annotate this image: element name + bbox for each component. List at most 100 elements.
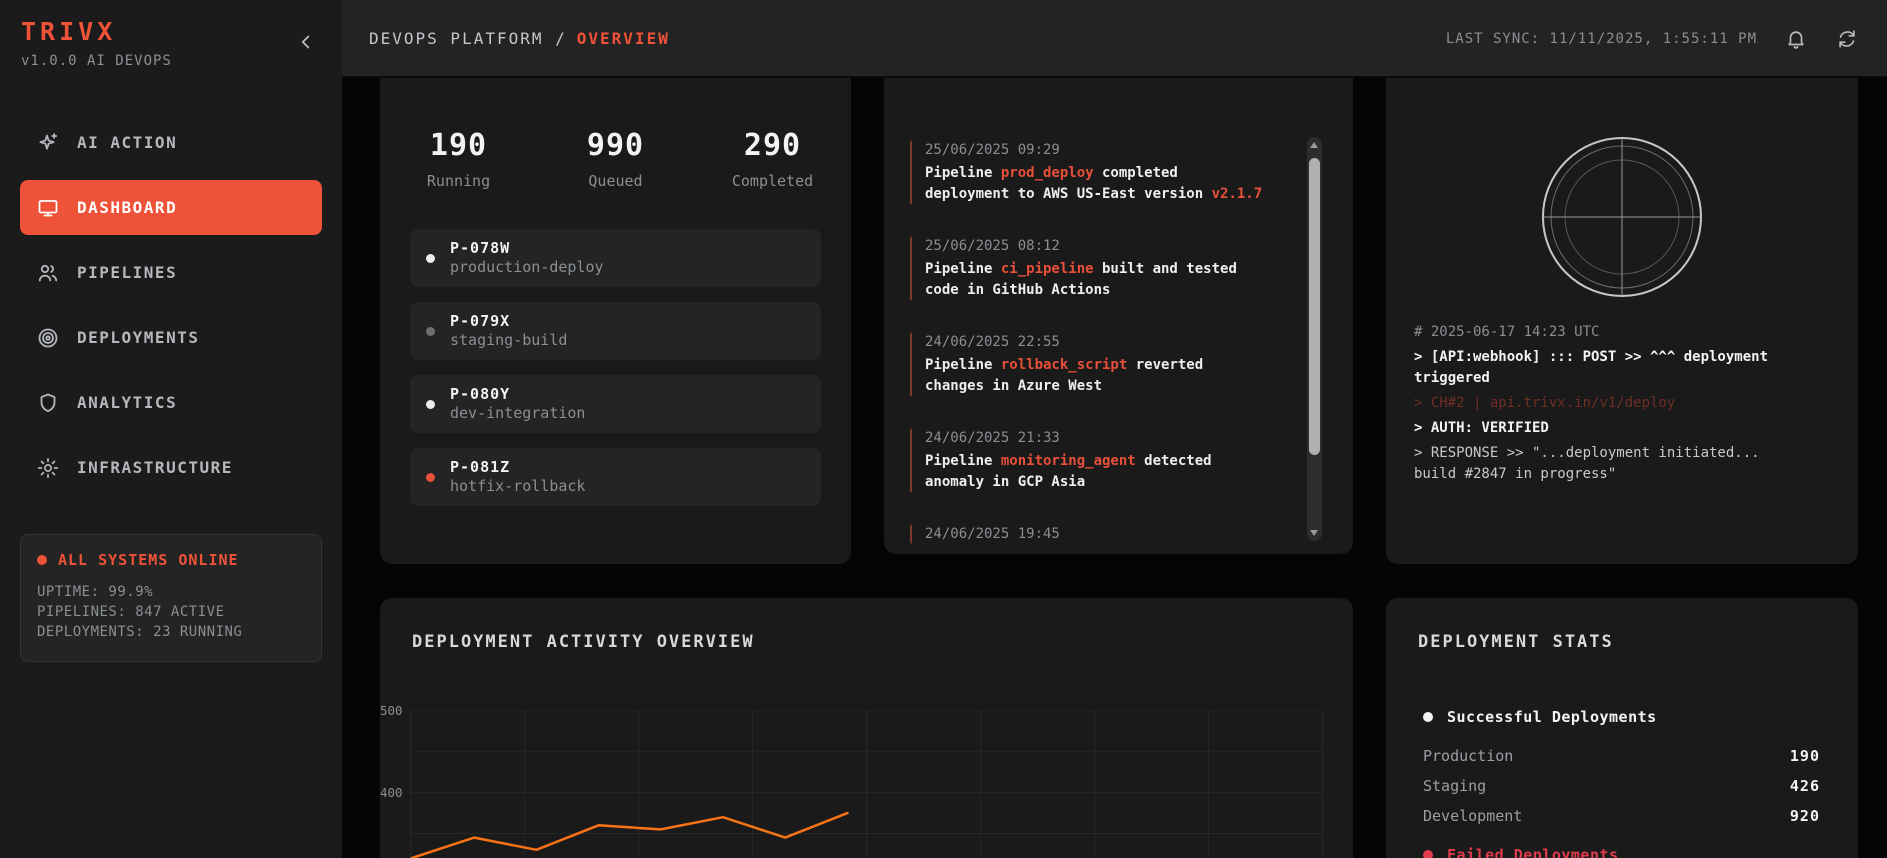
- pipeline-row-text: P-078Wproduction-deploy: [450, 239, 604, 277]
- scroll-down-arrow-icon[interactable]: [1310, 530, 1318, 536]
- success-dot-icon: [1423, 712, 1433, 722]
- log-timestamp: 24/06/2025 19:45: [925, 524, 1270, 544]
- pipeline-status-dot: [426, 327, 435, 336]
- webhook-terminal-output: # 2025-06-17 14:23 UTC> [API:webhook] ::…: [1414, 322, 1806, 489]
- pipeline-list: P-078Wproduction-deploy P-079Xstaging-bui…: [380, 229, 851, 506]
- brand-logo: TRIVX: [21, 17, 116, 46]
- deployment-stats-card: DEPLOYMENT STATS Successful Deployments …: [1386, 598, 1858, 858]
- log-highlight: ci_pipeline: [1001, 261, 1094, 277]
- sidebar-item-infrastructure[interactable]: INFRASTRUCTURE: [20, 440, 322, 495]
- log-scrollbar[interactable]: [1307, 137, 1322, 541]
- y-axis-tick-label: 400: [380, 785, 406, 800]
- log-message: Pipeline ci_pipeline built and tested co…: [925, 259, 1269, 301]
- last-sync-label: LAST SYNC: 11/11/2025, 1:55:11 PM: [1446, 31, 1757, 47]
- breadcrumb-current: OVERVIEW: [577, 29, 670, 48]
- pipeline-row-text: P-079Xstaging-build: [450, 312, 567, 350]
- log-text-segment: Pipeline: [925, 453, 1001, 469]
- failed-dot-icon: [1423, 850, 1433, 858]
- brand-version: v1.0.0 AI DEVOPS: [21, 53, 172, 69]
- counter-value: 190: [380, 128, 537, 163]
- counter-completed: 290 Completed: [694, 128, 851, 190]
- log-timestamp: 24/06/2025 21:33: [925, 428, 1270, 448]
- refresh-icon: [1836, 28, 1858, 50]
- system-status-lines: UPTIME: 99.9%PIPELINES: 847 ACTIVEDEPLOY…: [37, 582, 305, 642]
- notifications-button[interactable]: [1784, 27, 1808, 51]
- sidebar-item-label: DEPLOYMENTS: [77, 328, 199, 347]
- online-status-dot: [37, 555, 47, 565]
- successful-deployments-label: Successful Deployments: [1447, 708, 1657, 726]
- failed-deployments-label: Failed Deployments: [1447, 846, 1619, 858]
- log-timestamp: 24/06/2025 22:55: [925, 332, 1270, 352]
- sidebar-item-pipelines[interactable]: PIPELINES: [20, 245, 322, 300]
- deployment-stat-row-development: Development 920: [1423, 801, 1820, 831]
- refresh-button[interactable]: [1835, 27, 1859, 51]
- sidebar-item-deployments[interactable]: DEPLOYMENTS: [20, 310, 322, 365]
- sidebar-item-label: ANALYTICS: [77, 393, 177, 412]
- pipeline-row-p-078w[interactable]: P-078Wproduction-deploy: [410, 229, 821, 287]
- status-metric-line: DEPLOYMENTS: 23 RUNNING: [37, 622, 305, 642]
- deployment-stat-row-production: Production 190: [1423, 741, 1820, 771]
- header-actions: LAST SYNC: 11/11/2025, 1:55:11 PM: [1446, 0, 1859, 77]
- log-text-segment: Pipeline: [925, 165, 1001, 181]
- terminal-line: > RESPONSE >> "...deployment initiated..…: [1414, 443, 1806, 485]
- log-message: Pipeline monitoring_agent detected anoma…: [925, 451, 1269, 493]
- top-bar: DEVOPS PLATFORM / OVERVIEW LAST SYNC: 11…: [342, 0, 1887, 77]
- shield-icon: [36, 391, 60, 415]
- stat-row-value: 920: [1790, 807, 1820, 825]
- sidebar-item-label: PIPELINES: [77, 263, 177, 282]
- deployment-activity-card: DEPLOYMENT ACTIVITY OVERVIEW 500400: [380, 598, 1353, 858]
- successful-deployments-header: Successful Deployments: [1423, 708, 1657, 726]
- failed-deployments-header: Failed Deployments: [1423, 846, 1619, 858]
- counter-label: Completed: [694, 172, 851, 190]
- counter-label: Running: [380, 172, 537, 190]
- pipeline-row-p-079x[interactable]: P-079Xstaging-build: [410, 302, 821, 360]
- breadcrumb-root[interactable]: DEVOPS PLATFORM /: [369, 29, 567, 48]
- counter-value: 290: [694, 128, 851, 163]
- log-timestamp: 25/06/2025 08:12: [925, 236, 1270, 256]
- log-message: Pipeline rollback_script reverted change…: [925, 355, 1269, 397]
- stat-row-value: 190: [1790, 747, 1820, 765]
- sidebar-collapse-button[interactable]: [292, 28, 320, 56]
- chevron-left-icon: [295, 31, 317, 53]
- log-message: Pipeline prod_deploy completed deploymen…: [925, 163, 1269, 205]
- sparkles-icon: [36, 131, 60, 155]
- pipeline-row-p-080y[interactable]: P-080Ydev-integration: [410, 375, 821, 433]
- pipeline-id: P-080Y: [450, 385, 585, 404]
- counter-queued: 990Queued: [537, 128, 694, 190]
- sidebar-item-label: DASHBOARD: [77, 198, 177, 217]
- log-text-segment: Pipeline: [925, 261, 1001, 277]
- system-status-headline: ALL SYSTEMS ONLINE: [37, 551, 305, 569]
- log-entry: 24/06/2025 22:55 Pipeline rollback_script…: [910, 332, 1270, 397]
- terminal-line: > AUTH: VERIFIED: [1414, 418, 1806, 439]
- sidebar-item-dashboard[interactable]: DASHBOARD: [20, 180, 322, 235]
- pipeline-row-text: P-080Ydev-integration: [450, 385, 585, 423]
- pipeline-id: P-081Z: [450, 458, 585, 477]
- pipeline-name: dev-integration: [450, 404, 585, 423]
- y-axis-tick-label: 500: [380, 703, 406, 718]
- sidebar-item-label: AI ACTION: [77, 133, 177, 152]
- deployment-stat-row-staging: Staging426: [1423, 771, 1820, 801]
- stat-row-label: Development: [1423, 807, 1522, 825]
- successful-deployments-rows: Production 190 Staging426 Development 920: [1423, 741, 1820, 831]
- sidebar-item-ai-action[interactable]: AI ACTION: [20, 115, 322, 170]
- stats-card-title: DEPLOYMENT STATS: [1418, 632, 1614, 652]
- radar-scope-graphic: [1522, 117, 1722, 317]
- log-scrollbar-thumb[interactable]: [1309, 158, 1320, 455]
- stat-row-label: Staging: [1423, 777, 1486, 795]
- sidebar: TRIVX v1.0.0 AI DEVOPS AI ACTION DASHBOAR…: [0, 0, 342, 858]
- stat-row-label: Production: [1423, 747, 1513, 765]
- pipeline-row-p-081z[interactable]: P-081Zhotfix-rollback: [410, 448, 821, 506]
- pipeline-counters: 190 Running990Queued290 Completed: [380, 78, 851, 190]
- status-metric-line: UPTIME: 99.9%: [37, 582, 305, 602]
- sidebar-item-analytics[interactable]: ANALYTICS: [20, 375, 322, 430]
- pipeline-summary-card: 190 Running990Queued290 Completed P-078Wpr…: [380, 78, 851, 564]
- trivx-devops-app: TRIVX v1.0.0 AI DEVOPS AI ACTION DASHBOAR…: [0, 0, 1887, 858]
- log-entry: 25/06/2025 09:29Pipeline prod_deploy com…: [910, 140, 1270, 205]
- bell-icon: [1785, 28, 1807, 50]
- counter-value: 990: [537, 128, 694, 163]
- scroll-up-arrow-icon[interactable]: [1310, 142, 1318, 148]
- users-icon: [36, 261, 60, 285]
- terminal-line: # 2025-06-17 14:23 UTC: [1414, 322, 1806, 343]
- pipeline-id: P-078W: [450, 239, 604, 258]
- pipeline-name: hotfix-rollback: [450, 477, 585, 496]
